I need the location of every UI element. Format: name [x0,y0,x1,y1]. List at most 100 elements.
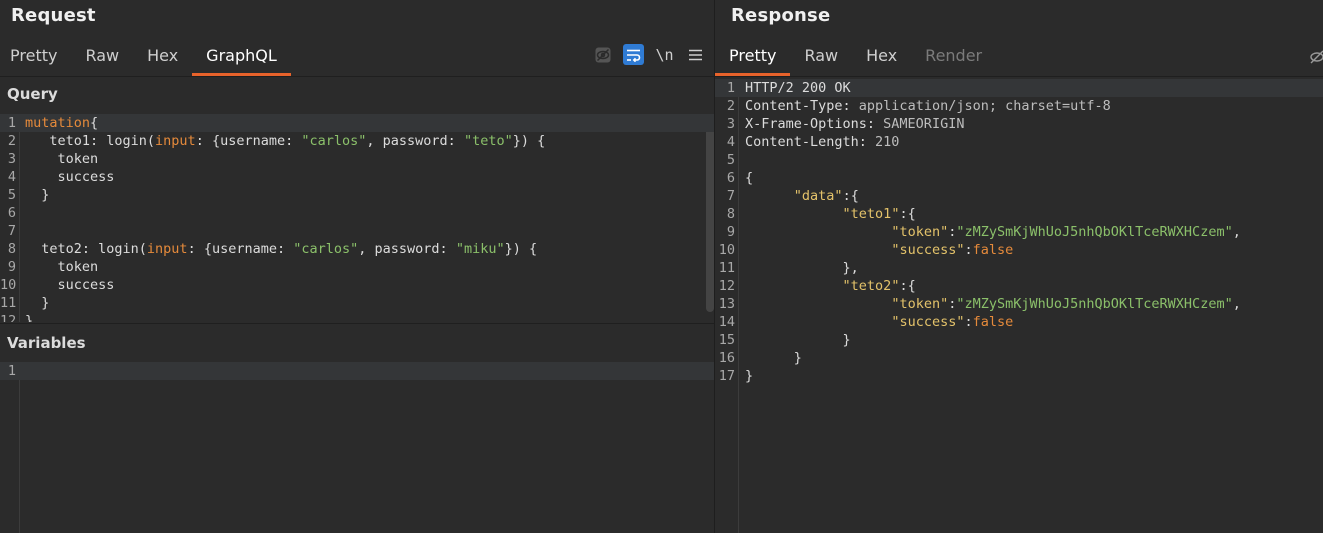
code-line[interactable]: 17} [715,367,1323,385]
code-line[interactable]: 2 teto1: login(input: {username: "carlos… [0,132,714,150]
code-token: token [25,259,99,275]
code-line[interactable]: 11 } [0,294,714,312]
code-token: "success" [891,242,965,258]
line-number: 17 [718,368,735,384]
code-line[interactable]: 6{ [715,169,1323,187]
code-token: mutation [25,115,91,131]
code-line[interactable]: 1 [0,362,714,380]
code-text: } [745,367,753,385]
code-line[interactable]: 11 }, [715,259,1323,277]
eye-off-icon[interactable] [592,44,613,65]
request-tab-separator [0,76,714,77]
code-line[interactable]: 5 } [0,186,714,204]
variables-title: Variables [7,334,86,352]
line-number: 7 [726,188,735,204]
line-number: 2 [7,133,16,149]
line-number: 11 [0,295,17,311]
variables-editor[interactable]: 1 [0,362,714,533]
code-token: }, [745,260,859,276]
code-line[interactable]: 4 success [0,168,714,186]
line-number: 12 [0,313,17,322]
response-tab-raw[interactable]: Raw [790,38,852,76]
code-line[interactable]: 16 } [715,349,1323,367]
request-pane: Request Pretty Raw Hex GraphQL \n Query … [0,0,714,533]
code-line[interactable]: 9 token [0,258,714,276]
response-tab-hex[interactable]: Hex [852,38,911,76]
code-token: : [964,314,973,330]
code-line[interactable]: 12 "teto2":{ [715,277,1323,295]
code-text: }, [745,259,859,277]
code-line[interactable]: 6 [0,204,714,222]
wrap-lines-icon[interactable] [623,44,644,65]
code-text: teto2: login(input: {username: "carlos",… [25,240,537,258]
query-variables-splitter[interactable] [0,323,714,324]
line-number: 13 [718,296,735,312]
line-number: 3 [7,151,16,167]
request-tab-hex[interactable]: Hex [133,38,192,76]
code-text: } [25,312,33,322]
code-token: SAMEORIGIN [883,116,965,132]
line-number: 8 [726,206,735,222]
code-line[interactable]: 5 [715,151,1323,169]
code-line[interactable]: 15 } [715,331,1323,349]
code-text: "success":false [745,313,1013,331]
code-line[interactable]: 8 "teto1":{ [715,205,1323,223]
code-line[interactable]: 7 "data":{ [715,187,1323,205]
code-line[interactable]: 7 [0,222,714,240]
code-text: X-Frame-Options: SAMEORIGIN [745,115,964,133]
code-line[interactable]: 1 mutation{ [0,114,714,132]
query-editor[interactable]: 1 mutation{2 teto1: login(input: {usernam… [0,114,714,322]
newline-toggle[interactable]: \n [654,44,675,65]
code-text: "teto1":{ [745,205,916,223]
code-line[interactable]: 4 Content-Length: 210 [715,133,1323,151]
code-line[interactable]: 10 success [0,276,714,294]
code-text: Content-Type: application/json; charset=… [745,97,1111,115]
code-line[interactable]: 13 "token":"zMZySmKjWhUoJ5nhQbOKlTceRWXH… [715,295,1323,313]
code-token: X-Frame-Options: [745,116,884,132]
code-token: } [25,313,34,322]
response-tab-pretty[interactable]: Pretty [715,38,791,76]
code-line[interactable]: 14 "success":false [715,313,1323,331]
code-token: { [90,115,99,131]
eye-off-icon[interactable] [1306,46,1323,67]
code-token: input [155,133,196,149]
code-token: : [964,242,973,258]
line-number: 1 [7,115,16,131]
hamburger-menu-icon[interactable] [685,44,706,65]
line-number: 3 [726,116,735,132]
code-line[interactable]: 9 "token":"zMZySmKjWhUoJ5nhQbOKlTceRWXHC… [715,223,1323,241]
code-line[interactable]: 2 Content-Type: application/json; charset… [715,97,1323,115]
code-token: , [1232,224,1241,240]
response-editor[interactable]: 1 HTTP/2 200 OK 2 Content-Type: application… [715,79,1323,533]
request-tab-pretty[interactable]: Pretty [0,38,71,76]
request-tabs: Pretty Raw Hex GraphQL [0,38,291,76]
code-line[interactable]: 10 "success":false [715,241,1323,259]
code-token: :{ [899,278,916,294]
code-line[interactable]: 8 teto2: login(input: {username: "carlos… [0,240,714,258]
code-line[interactable]: 1 HTTP/2 200 OK [715,79,1323,97]
request-tab-graphql[interactable]: GraphQL [192,38,291,76]
code-token: input [146,241,188,257]
code-line[interactable]: 3 X-Frame-Options: SAMEORIGIN [715,115,1323,133]
request-tab-raw[interactable]: Raw [71,38,133,76]
line-number: 9 [7,259,16,275]
code-text: "data":{ [745,187,859,205]
code-text: "success":false [745,241,1013,259]
code-text: token [25,150,99,168]
code-token: { [745,170,754,186]
code-text: teto1: login(input: {username: "carlos",… [25,132,545,150]
line-number: 5 [726,152,735,168]
code-line[interactable]: 3 token [0,150,714,168]
code-token: "miku" [455,241,505,257]
line-number: 7 [7,223,16,239]
response-tab-render[interactable]: Render [911,38,996,76]
code-line[interactable]: 12} [0,312,714,322]
code-token: }) { [512,133,546,149]
line-number: 1 [7,363,16,379]
